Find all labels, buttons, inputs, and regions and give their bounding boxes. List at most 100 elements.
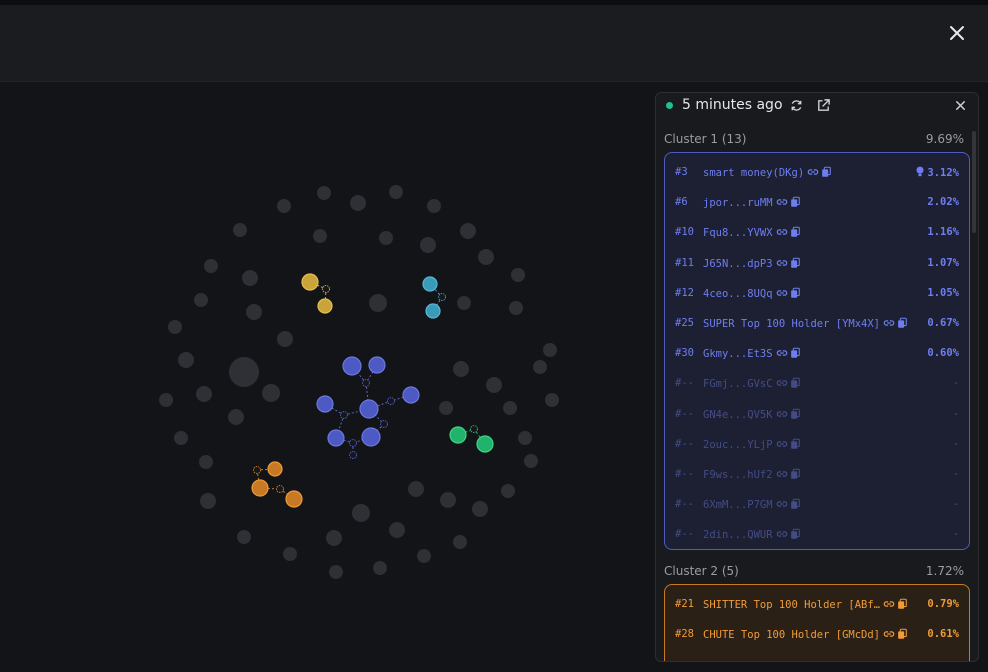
holder-bubble[interactable] xyxy=(329,565,343,579)
copy-icon[interactable] xyxy=(789,408,801,420)
copy-icon[interactable] xyxy=(789,377,801,389)
close-icon[interactable] xyxy=(953,98,968,113)
link-icon[interactable] xyxy=(776,528,788,540)
copy-icon[interactable] xyxy=(789,468,801,480)
holder-bubble[interactable] xyxy=(229,357,259,387)
holder-address[interactable]: 2din...QWUR xyxy=(703,529,773,541)
holder-bubble[interactable] xyxy=(509,301,523,315)
holder-bubble[interactable] xyxy=(453,361,469,377)
holder-address[interactable]: Fqu8...YVWX xyxy=(703,227,773,239)
holder-bubble[interactable] xyxy=(503,401,517,415)
link-icon[interactable] xyxy=(776,438,788,450)
holder-row[interactable]: #-- 2din...QWUR - xyxy=(665,519,969,549)
holder-bubble[interactable] xyxy=(313,229,327,243)
holder-bubble[interactable] xyxy=(533,360,547,374)
link-icon[interactable] xyxy=(776,257,788,269)
cluster-1-header[interactable]: Cluster 1 (13) 9.69% xyxy=(664,132,964,148)
holder-row[interactable]: #25 SUPER Top 100 Holder [YMx4X] 0.67% xyxy=(665,308,969,338)
link-icon[interactable] xyxy=(776,468,788,480)
holder-address[interactable]: 2ouc...YLjP xyxy=(703,439,773,451)
holder-bubble[interactable] xyxy=(327,429,345,447)
holder-address[interactable]: F9ws...hUf2 xyxy=(703,469,773,481)
holder-address[interactable]: 6XmM...P7GM xyxy=(703,499,773,511)
holder-address[interactable]: 4ceo...8UQq xyxy=(703,288,773,300)
holder-row[interactable]: #-- FGmj...GVsC - xyxy=(665,368,969,398)
holder-address[interactable]: jpor...ruMM xyxy=(703,197,773,209)
holder-address[interactable]: CHUTE Top 100 Holder [GMcDd] xyxy=(703,629,880,641)
link-icon[interactable] xyxy=(883,598,895,610)
holder-address[interactable]: GN4e...QV5K xyxy=(703,409,773,421)
holder-bubble[interactable] xyxy=(174,431,188,445)
holder-row[interactable]: #28 CHUTE Top 100 Holder [GMcDd] 0.61% xyxy=(665,619,969,649)
holder-bubble[interactable] xyxy=(285,490,303,508)
holder-bubble[interactable] xyxy=(359,399,379,419)
copy-icon[interactable] xyxy=(896,598,908,610)
holder-address[interactable]: Gkmy...Et3S xyxy=(703,348,773,360)
holder-row[interactable]: #3 smart money(DKg) 3.12% xyxy=(665,157,969,187)
holder-bubble[interactable] xyxy=(277,331,293,347)
cluster-2-header[interactable]: Cluster 2 (5) 1.72% xyxy=(664,564,964,580)
holder-bubble[interactable] xyxy=(200,493,216,509)
holder-bubble[interactable] xyxy=(204,259,218,273)
scrollbar[interactable] xyxy=(972,131,976,233)
holder-bubble[interactable] xyxy=(352,504,370,522)
holder-row[interactable]: #21 SHITTER Top 100 Holder [ABf… 0.79% xyxy=(665,589,969,619)
holder-row[interactable]: #11 J65N...dpP3 1.07% xyxy=(665,248,969,278)
holder-bubble[interactable] xyxy=(408,481,424,497)
holder-bubble[interactable] xyxy=(501,484,515,498)
holder-row[interactable]: #-- F9ws...hUf2 - xyxy=(665,459,969,489)
holder-bubble[interactable] xyxy=(453,535,467,549)
external-link-icon[interactable] xyxy=(816,98,831,113)
holder-bubble[interactable] xyxy=(251,479,269,497)
holder-bubble[interactable] xyxy=(350,195,366,211)
holder-bubble[interactable] xyxy=(460,223,476,239)
holder-bubble[interactable] xyxy=(402,386,420,404)
holder-bubble[interactable] xyxy=(373,561,387,575)
holder-bubble[interactable] xyxy=(417,549,431,563)
holder-bubble[interactable] xyxy=(178,352,194,368)
link-icon[interactable] xyxy=(807,166,819,178)
holder-bubble[interactable] xyxy=(277,199,291,213)
holder-bubble[interactable] xyxy=(369,294,387,312)
holder-row[interactable]: #12 4ceo...8UQq 1.05% xyxy=(665,278,969,308)
holder-bubble[interactable] xyxy=(449,426,467,444)
copy-icon[interactable] xyxy=(789,347,801,359)
holder-bubble[interactable] xyxy=(511,268,525,282)
holder-bubble[interactable] xyxy=(199,455,213,469)
holder-bubble[interactable] xyxy=(316,395,334,413)
holder-bubble[interactable] xyxy=(420,237,436,253)
holder-bubble[interactable] xyxy=(472,501,488,517)
holder-row[interactable]: #30 Gkmy...Et3S 0.60% xyxy=(665,338,969,368)
holder-bubble[interactable] xyxy=(440,492,456,508)
holder-bubble[interactable] xyxy=(262,384,280,402)
link-icon[interactable] xyxy=(776,377,788,389)
holder-bubble[interactable] xyxy=(342,356,362,376)
holder-address[interactable]: SHITTER Top 100 Holder [ABf… xyxy=(703,599,880,611)
holder-bubble[interactable] xyxy=(233,223,247,237)
holder-bubble[interactable] xyxy=(486,377,502,393)
copy-icon[interactable] xyxy=(789,196,801,208)
holder-bubble[interactable] xyxy=(524,454,538,468)
copy-icon[interactable] xyxy=(820,166,832,178)
holder-bubble[interactable] xyxy=(317,298,333,314)
holder-bubble[interactable] xyxy=(317,186,331,200)
holder-bubble[interactable] xyxy=(242,270,258,286)
holder-bubble[interactable] xyxy=(543,343,557,357)
holder-bubble[interactable] xyxy=(379,231,393,245)
copy-icon[interactable] xyxy=(789,226,801,238)
holder-bubble[interactable] xyxy=(194,293,208,307)
holder-bubble[interactable] xyxy=(389,522,405,538)
holder-bubble[interactable] xyxy=(361,427,381,447)
copy-icon[interactable] xyxy=(789,528,801,540)
holder-bubble[interactable] xyxy=(368,356,386,374)
holder-bubble[interactable] xyxy=(439,401,453,415)
holder-address[interactable]: J65N...dpP3 xyxy=(703,258,773,270)
close-icon[interactable] xyxy=(946,22,968,44)
copy-icon[interactable] xyxy=(789,498,801,510)
holder-row[interactable]: #6 jpor...ruMM 2.02% xyxy=(665,187,969,217)
link-icon[interactable] xyxy=(776,347,788,359)
link-icon[interactable] xyxy=(776,408,788,420)
holder-bubble[interactable] xyxy=(389,185,403,199)
copy-icon[interactable] xyxy=(789,287,801,299)
link-icon[interactable] xyxy=(776,226,788,238)
